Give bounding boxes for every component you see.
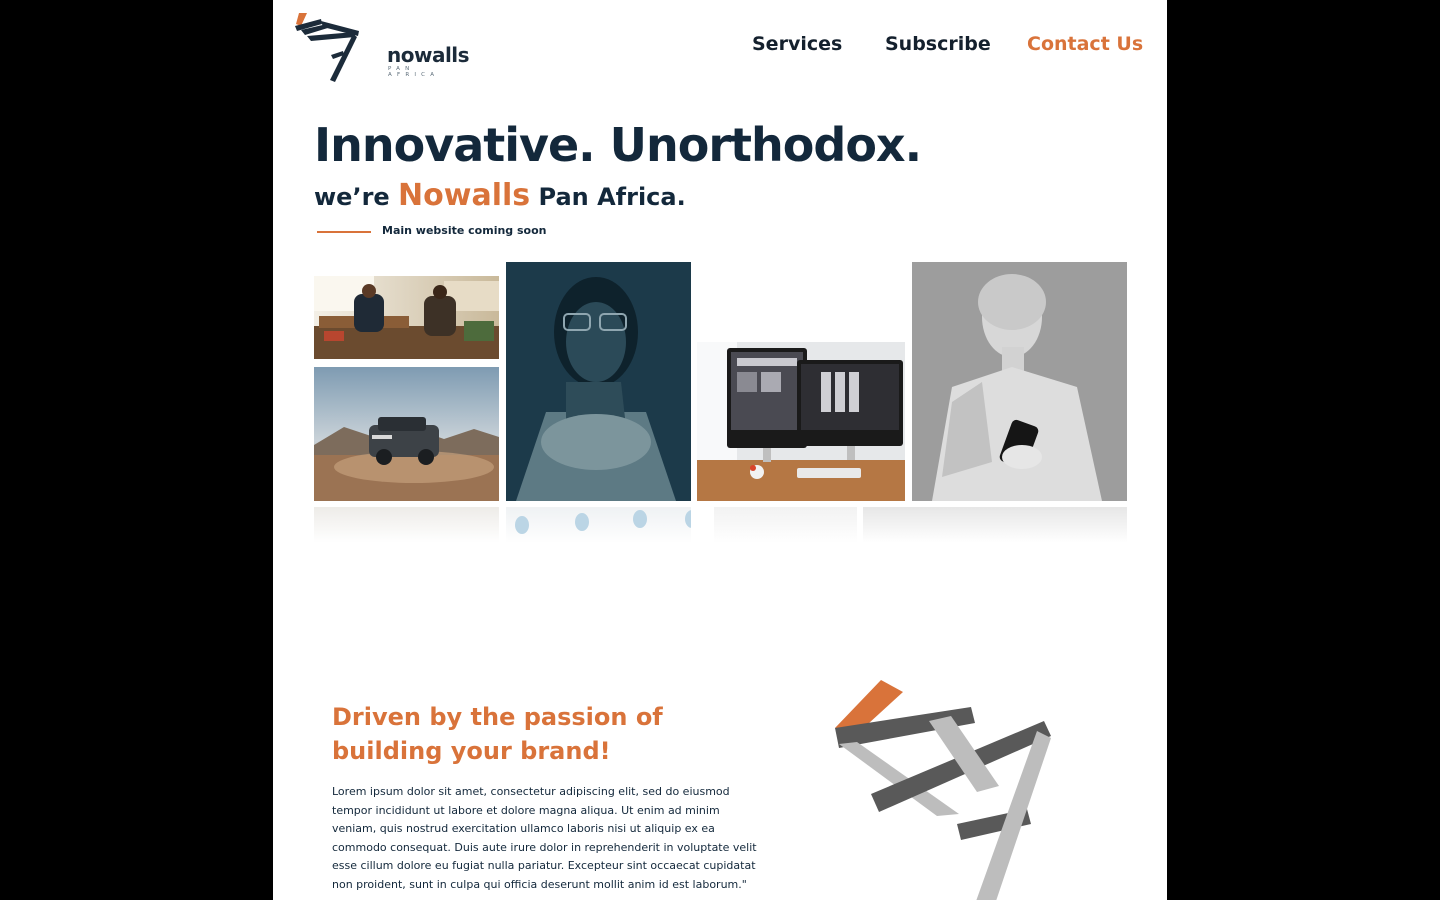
hero-title: Innovative. Unorthodox.: [314, 118, 922, 172]
nowalls-large-mark-icon: [835, 680, 1051, 900]
woman-portrait-photo: [506, 262, 691, 501]
about-body: Lorem ipsum dolor sit amet, consectetur …: [332, 785, 757, 891]
reflection-2: [506, 507, 699, 543]
logo-wordmark: nowalls: [387, 43, 470, 67]
logo[interactable]: nowalls PAN AFRICA: [293, 10, 470, 86]
hero-subtitle: we’re Nowalls Pan Africa.: [314, 178, 686, 213]
reflection-4: [863, 507, 1127, 543]
statue-phone-photo: [912, 262, 1127, 501]
divider-dash: [317, 231, 371, 233]
logo-subtitle: PAN AFRICA: [388, 66, 440, 78]
nav-services[interactable]: Services: [752, 33, 842, 55]
reflection-1: [314, 507, 499, 543]
hero-sub-suffix: Pan Africa.: [538, 183, 686, 211]
suv-desert-photo: [314, 367, 499, 501]
reflection-3: [714, 507, 857, 543]
nav-subscribe[interactable]: Subscribe: [885, 33, 991, 55]
hero-sub-prefix: we’re: [314, 183, 390, 211]
page: nowalls PAN AFRICA Services Subscribe Co…: [273, 0, 1167, 900]
about-tagline: Driven by the passion of building your b…: [332, 703, 663, 765]
nav-contact-us[interactable]: Contact Us: [1027, 33, 1143, 55]
computer-desk-photo: [697, 342, 905, 501]
office-meeting-photo: [314, 276, 499, 359]
coming-soon-text: Main website coming soon: [382, 224, 547, 237]
nowalls-mark-icon: [295, 13, 359, 82]
hero-sub-brand: Nowalls: [398, 178, 531, 213]
